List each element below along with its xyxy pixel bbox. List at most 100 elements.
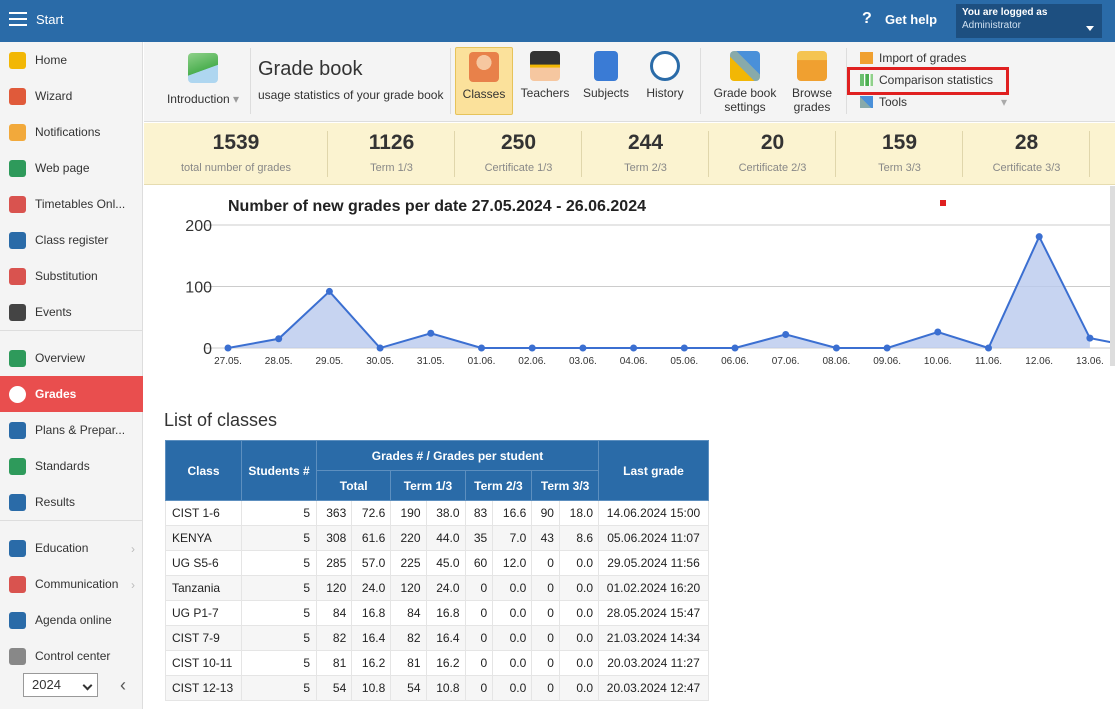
col-term1[interactable]: Term 1/3 — [390, 470, 466, 501]
grades-chart: Number of new grades per date 27.05.2024… — [144, 186, 1115, 398]
year-select[interactable]: 2024 — [23, 673, 98, 697]
timetable-icon — [9, 196, 26, 213]
collapse-sidebar-icon[interactable]: ‹ — [120, 675, 126, 696]
cell-value: 0 — [531, 600, 560, 626]
import-of-grades-item[interactable]: Import of grades — [860, 51, 966, 65]
table-row[interactable]: KENYA 5 308 61.6 220 44.0 35 7.0 43 8.6 05.06.2024… — [165, 525, 709, 551]
cell-value: 190 — [390, 500, 427, 526]
sidebar-item-events[interactable]: Events — [0, 294, 143, 330]
sidebar-item-substitution[interactable]: Substitution — [0, 258, 143, 294]
x-tick-label: 06.06. — [721, 356, 749, 367]
sidebar-item-web-page[interactable]: Web page — [0, 150, 143, 186]
x-tick-label: 27.05. — [214, 356, 242, 367]
sidebar-item-label: Events — [35, 305, 72, 319]
cell-value: 54 — [315, 675, 353, 701]
col-term3[interactable]: Term 3/3 — [531, 470, 599, 501]
scrollbar[interactable] — [1110, 186, 1115, 366]
cell-value: 90 — [531, 500, 560, 526]
tools-menu-item[interactable]: Tools ▾ — [860, 95, 1007, 109]
table-row[interactable]: UG S5-6 5 285 57.0 225 45.0 60 12.0 0 0.0 29.05.20… — [165, 550, 709, 576]
sidebar-item-control-center[interactable]: Control center — [0, 638, 143, 674]
sidebar-item-notifications[interactable]: Notifications — [0, 114, 143, 150]
sidebar-item-agenda-online[interactable]: Agenda online — [0, 602, 143, 638]
chevron-right-icon: › — [131, 542, 135, 556]
history-button[interactable]: History — [636, 47, 694, 115]
person-icon — [9, 268, 26, 285]
cell-value: 84 — [390, 600, 427, 626]
stat-label: Certificate 3/3 — [992, 162, 1061, 174]
sidebar-item-class-register[interactable]: Class register — [0, 222, 143, 258]
introduction-button[interactable]: Introduction ▾ — [164, 47, 242, 115]
sidebar-item-home[interactable]: Home — [0, 42, 143, 78]
sidebar-item-label: Wizard — [35, 89, 73, 103]
sidebar-item-label: Standards — [35, 459, 90, 473]
data-point — [680, 344, 688, 352]
col-students[interactable]: Students # — [241, 440, 317, 501]
cell-last-grade: 29.05.2024 11:56 — [598, 550, 709, 576]
cell-value: 0 — [531, 575, 560, 601]
browse-grades-label: Browse grades — [791, 86, 832, 114]
cell-value: 35 — [464, 525, 494, 551]
table-row[interactable]: CIST 1-6 5 363 72.6 190 38.0 83 16.6 90 18.0 14.06… — [165, 500, 709, 526]
sidebar-item-education[interactable]: Education › — [0, 530, 143, 566]
sidebar-item-grades[interactable]: Grades — [0, 376, 143, 412]
data-point — [528, 344, 536, 352]
x-tick-label: 11.06. — [975, 356, 1002, 367]
stats-strip: 1539 total number of grades 1126 Term 1/3 25… — [144, 123, 1115, 185]
app-title[interactable]: Start — [36, 12, 63, 27]
grade-book-settings-button[interactable]: Grade book settings — [709, 47, 781, 115]
data-point — [731, 344, 739, 352]
sidebar-item-standards[interactable]: Standards — [0, 448, 143, 484]
cell-value: 0 — [531, 650, 560, 676]
cell-value: 45.0 — [425, 550, 466, 576]
cell-value: 0.0 — [558, 625, 600, 651]
x-tick-label: 29.05. — [315, 356, 343, 367]
cell-value: 5 — [241, 650, 317, 676]
sidebar-item-label: Notifications — [35, 125, 101, 139]
subjects-button[interactable]: Subjects — [577, 47, 635, 115]
tools-label: Tools — [879, 95, 908, 109]
x-tick-label: 12.06. — [1025, 356, 1053, 367]
sidebar-item-communication[interactable]: Communication › — [0, 566, 143, 602]
pen-icon — [9, 612, 26, 629]
menu-icon[interactable] — [9, 12, 27, 28]
sidebar-item-overview[interactable]: Overview — [0, 340, 143, 376]
table-row[interactable]: CIST 10-11 5 81 16.2 81 16.2 0 0.0 0 0.0 20.03.202… — [165, 650, 709, 676]
cell-value: 54 — [390, 675, 427, 701]
star-icon — [9, 52, 26, 69]
browse-grades-button[interactable]: Browse grades — [784, 47, 840, 115]
series-area — [228, 236, 1115, 348]
table-row[interactable]: UG P1-7 5 84 16.8 84 16.8 0 0.0 0 0.0 28.05.2024 1… — [165, 600, 709, 626]
cell-value: 0.0 — [558, 600, 600, 626]
sidebar-item-wizard[interactable]: Wizard — [0, 78, 143, 114]
clock-icon — [650, 51, 680, 81]
col-total[interactable]: Total — [315, 470, 392, 501]
classes-button[interactable]: Classes — [455, 47, 513, 115]
col-term2[interactable]: Term 2/3 — [464, 470, 533, 501]
col-class[interactable]: Class — [165, 440, 242, 501]
table-row[interactable]: CIST 12-13 5 54 10.8 54 10.8 0 0.0 0 0.0 20.03.202… — [165, 675, 709, 701]
col-last-grade[interactable]: Last grade — [598, 440, 709, 501]
folder-search-icon — [797, 51, 827, 81]
table-row[interactable]: CIST 7-9 5 82 16.4 82 16.4 0 0.0 0 0.0 21.03.2024 … — [165, 625, 709, 651]
history-label: History — [646, 86, 684, 100]
chevron-down-icon — [1086, 26, 1094, 31]
cell-value: 5 — [241, 500, 317, 526]
cell-value: 0.0 — [558, 575, 600, 601]
chevron-down-icon — [82, 680, 93, 691]
sidebar-item-results[interactable]: Results — [0, 484, 143, 520]
cell-class: CIST 10-11 — [165, 650, 242, 676]
sidebar-item-plans-prepar[interactable]: Plans & Prepar... — [0, 412, 143, 448]
table-row[interactable]: Tanzania 5 120 24.0 120 24.0 0 0.0 0 0.0 01.02.202… — [165, 575, 709, 601]
help-link[interactable]: Get help — [885, 12, 937, 27]
sidebar-item-timetables-onl[interactable]: Timetables Onl... — [0, 186, 143, 222]
sidebar-item-label: Agenda online — [35, 613, 112, 627]
highlight-box — [847, 67, 1009, 95]
help-icon[interactable]: ? — [862, 10, 872, 28]
user-name: Administrator — [962, 20, 1021, 31]
grade-icon — [9, 386, 26, 403]
user-menu[interactable]: You are logged as Administrator — [956, 4, 1102, 38]
teachers-button[interactable]: Teachers — [516, 47, 574, 115]
cell-value: 57.0 — [351, 550, 392, 576]
cell-value: 16.4 — [425, 625, 466, 651]
